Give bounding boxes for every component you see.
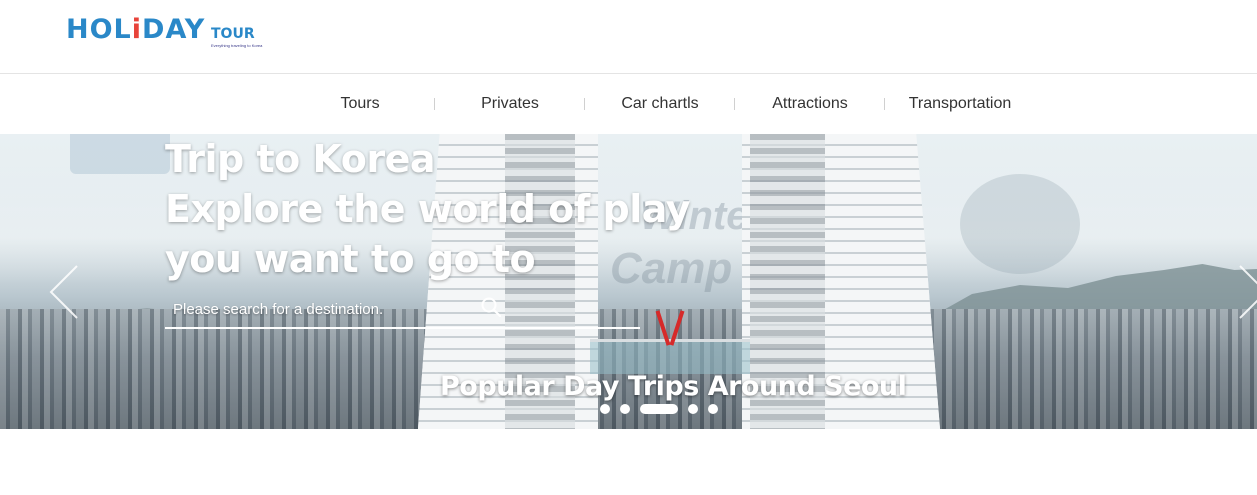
search-icon[interactable] bbox=[480, 296, 502, 318]
carousel-dot[interactable] bbox=[620, 404, 630, 414]
hero-title: Trip to Korea Explore the world of play … bbox=[165, 134, 691, 284]
carousel-dots bbox=[600, 404, 730, 414]
nav-item-transportation[interactable]: Transportation bbox=[885, 74, 1035, 134]
logo-suffix: TOUR bbox=[211, 26, 255, 42]
hero-title-line: Explore the world of play bbox=[165, 187, 691, 231]
carousel-dot[interactable] bbox=[688, 404, 698, 414]
hero-background-decoration bbox=[960, 174, 1080, 274]
site-logo[interactable]: HOLiDAY TOUR Everything traveling to Kor… bbox=[66, 14, 266, 54]
carousel-dot[interactable] bbox=[708, 404, 718, 414]
chevron-left-icon[interactable] bbox=[45, 262, 85, 322]
logo-tagline: Everything traveling to Korea bbox=[211, 43, 263, 48]
search-input[interactable] bbox=[173, 291, 613, 327]
slide-caption: Popular Day Trips Around Seoul bbox=[440, 371, 907, 402]
hero-background-badge bbox=[70, 134, 170, 174]
nav-item-privates[interactable]: Privates bbox=[435, 74, 585, 134]
nav-item-attractions[interactable]: Attractions bbox=[735, 74, 885, 134]
hero-title-line: Trip to Korea bbox=[165, 137, 435, 181]
sculpture-image bbox=[655, 310, 685, 346]
main-nav: Tours Privates Car chartls Attractions T… bbox=[0, 74, 1257, 134]
carousel-dot-active[interactable] bbox=[640, 404, 678, 414]
hero-carousel: Winte Camp Trip to Korea Explore the wor… bbox=[0, 134, 1257, 429]
chevron-right-icon[interactable] bbox=[1232, 262, 1257, 322]
logo-wordmark: HOLiDAY bbox=[66, 14, 206, 45]
nav-item-tours[interactable]: Tours bbox=[285, 74, 435, 134]
search-bar bbox=[165, 291, 640, 329]
carousel-dot[interactable] bbox=[600, 404, 610, 414]
hero-title-line: you want to go to bbox=[165, 237, 536, 281]
site-header: HOLiDAY TOUR Everything traveling to Kor… bbox=[0, 0, 1257, 74]
nav-item-car-charters[interactable]: Car chartls bbox=[585, 74, 735, 134]
